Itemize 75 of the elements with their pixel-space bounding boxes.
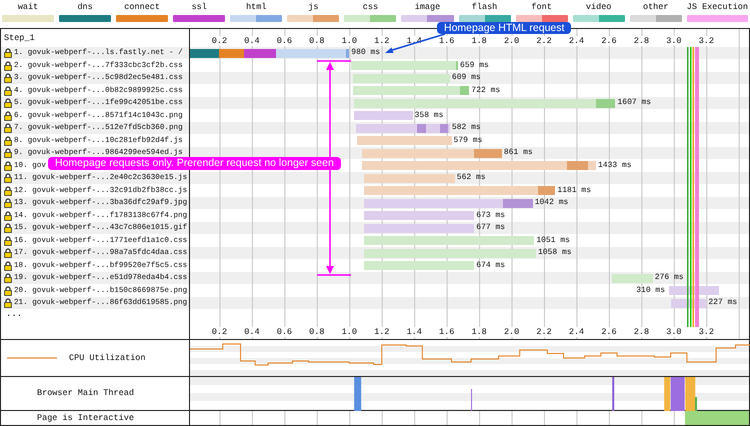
- duration-label: 582 ms: [452, 123, 481, 132]
- duration-label: 674 ms: [476, 260, 506, 270]
- legend-label: video: [586, 2, 612, 12]
- duration-label: 276 ms: [654, 273, 684, 282]
- axis-tick-label: 0.2: [210, 327, 228, 338]
- axis-tick-label: 1.0: [340, 327, 358, 338]
- axis-tick-label: 1.2: [373, 327, 390, 338]
- request-timing-bar: [612, 274, 653, 283]
- duration-label: 1058 ms: [538, 248, 572, 258]
- duration-label: 562 ms: [456, 173, 486, 182]
- step-label: Step_1: [4, 32, 35, 43]
- legend-label: font: [531, 2, 552, 12]
- axis-tick-label: 1.8: [470, 36, 488, 46]
- axis-tick-label: 3.0: [665, 327, 683, 338]
- axis-tick-label: 3.0: [665, 36, 683, 46]
- duration-label: 677 ms: [476, 223, 506, 232]
- duration-label: 722 ms: [471, 86, 500, 95]
- axis-tick-label: 3.2: [698, 327, 716, 338]
- legend-label: css: [362, 2, 378, 12]
- metric-label: Page is Interactive: [37, 413, 134, 424]
- legend-label: wait: [18, 2, 38, 12]
- axis-tick-label: 1.0: [340, 36, 358, 46]
- request-timing-bar: [354, 111, 413, 120]
- axis-tick-label: 1.8: [470, 327, 488, 338]
- metric-label: Browser Main Thread: [37, 388, 134, 398]
- duration-label: 227 ms: [708, 298, 738, 308]
- axis-tick-label: 2.2: [535, 327, 553, 338]
- legend-label: js: [308, 2, 318, 12]
- legend-line-icon: [7, 356, 57, 360]
- axis-tick-label: 2.4: [568, 327, 586, 338]
- axis-tick-label: 2.0: [502, 36, 520, 46]
- legend-label: connect: [124, 2, 160, 12]
- duration-label: 1181 ms: [557, 186, 592, 195]
- legend-label: dns: [77, 2, 93, 12]
- legend-label: html: [246, 2, 266, 12]
- legend-label: image: [414, 2, 440, 12]
- duration-label: 609 ms: [452, 73, 481, 82]
- duration-label: 1433 ms: [598, 160, 632, 170]
- axis-tick-label: 1.6: [438, 36, 456, 46]
- axis-tick-label: 1.6: [438, 327, 456, 338]
- axis-tick-label: 0.8: [308, 36, 326, 46]
- duration-label: 673 ms: [476, 210, 506, 220]
- axis-tick-label: 0.2: [210, 36, 228, 46]
- axis-tick-label: 0.6: [276, 327, 294, 338]
- duration-label: 861 ms: [504, 148, 533, 158]
- axis-tick-label: 0.6: [276, 36, 294, 46]
- legend-label: ssl: [192, 2, 207, 12]
- duration-label: 310 ms: [636, 286, 666, 295]
- duration-label: 579 ms: [454, 136, 482, 145]
- legend-label: flash: [472, 2, 498, 12]
- duration-label: 358 ms: [414, 110, 444, 120]
- axis-tick-label: 0.4: [243, 36, 261, 46]
- axis-tick-label: 2.8: [632, 327, 650, 338]
- metric-label: CPU Utilization: [69, 352, 146, 363]
- legend-label: JS Execution: [686, 2, 748, 12]
- axis-tick-label: 2.0: [502, 327, 520, 338]
- axis-tick-label: 0.8: [308, 327, 326, 338]
- axis-tick-label: 1.2: [373, 36, 390, 46]
- axis-tick-label: 2.4: [568, 36, 586, 46]
- axis-tick-label: 1.4: [406, 327, 423, 338]
- axis-tick-label: 3.2: [698, 36, 716, 46]
- legend-label: other: [642, 2, 668, 12]
- duration-label: 980 ms: [351, 48, 380, 58]
- axis-tick-label: 2.2: [535, 36, 553, 46]
- more-rows-indicator: ...: [5, 309, 22, 320]
- duration-label: 659 ms: [460, 60, 489, 70]
- callout-note: Homepage HTML request: [437, 22, 572, 34]
- duration-label: 1042 ms: [534, 198, 568, 208]
- interactive-period-bar: [685, 411, 749, 425]
- axis-tick-label: 2.6: [600, 36, 618, 46]
- duration-label: 1051 ms: [536, 236, 570, 245]
- axis-tick-label: 0.4: [243, 327, 261, 338]
- axis-tick-label: 2.6: [600, 327, 618, 338]
- axis-tick-label: 2.8: [632, 36, 650, 46]
- duration-label: 1607 ms: [617, 98, 652, 108]
